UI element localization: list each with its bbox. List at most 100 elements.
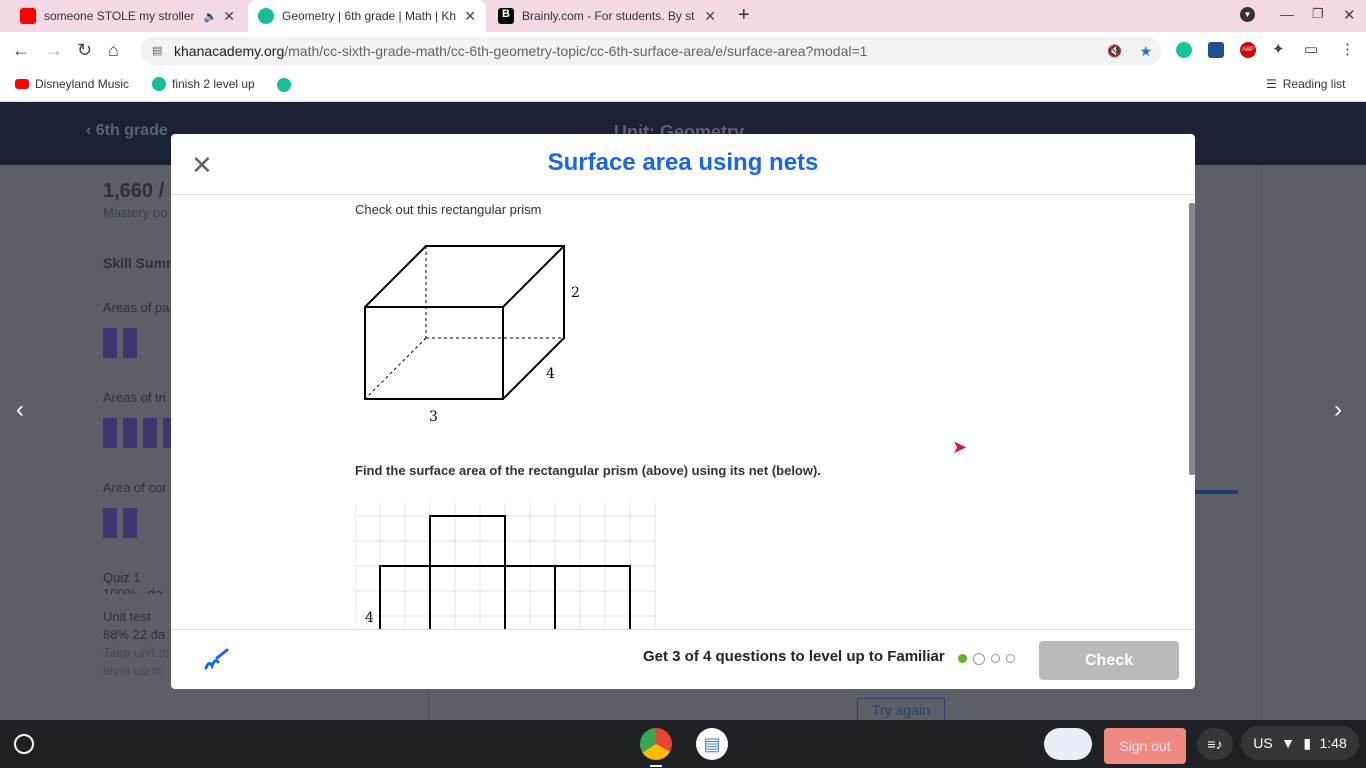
- reading-list-label: Reading list: [1282, 77, 1346, 91]
- skill-item[interactable]: Areas of tri: [103, 390, 166, 405]
- tab-title: Brainly.com - For students. By st: [522, 9, 695, 23]
- close-icon[interactable]: ✕: [191, 150, 213, 181]
- width-label: 3: [429, 409, 438, 425]
- tab-bar: someone STOLE my stroller 🔈 ✕ Geometry |…: [0, 0, 1366, 32]
- net-outline: [379, 515, 631, 629]
- bookmark-finish[interactable]: finish 2 level up: [152, 77, 255, 91]
- clock: 1:48: [1319, 735, 1347, 751]
- bookmark-star-icon[interactable]: ★: [1139, 37, 1152, 65]
- reading-list-button[interactable]: ☰ Reading list: [1266, 77, 1345, 91]
- adblock-icon[interactable]: ABP: [1240, 42, 1256, 58]
- intro-text: Check out this rectangular prism: [355, 202, 542, 217]
- system-shelf: ▤ Sign out ≡♪ US ▼ ▮ 1:48: [0, 720, 1366, 768]
- extension-icon[interactable]: [1208, 42, 1224, 58]
- url-path: /math/cc-sixth-grade-math/cc-6th-geometr…: [284, 43, 868, 59]
- status-tray[interactable]: US ▼ ▮ 1:48: [1241, 726, 1359, 760]
- reading-list-icon: ☰: [1266, 77, 1277, 91]
- toolbar: ← → ↻ ⌂ ▤ khanacademy.org/math/cc-sixth-…: [0, 32, 1366, 69]
- try-again-button[interactable]: Try again: [857, 698, 945, 720]
- address-bar[interactable]: ▤ khanacademy.org/math/cc-sixth-grade-ma…: [140, 37, 1162, 65]
- unit-test-score: 88% 22 da: [103, 627, 166, 642]
- bookmark-label: finish 2 level up: [172, 77, 255, 91]
- tab-title: Geometry | 6th grade | Math | Kh: [282, 9, 457, 23]
- forward-icon[interactable]: →: [45, 40, 63, 61]
- divider: [1261, 165, 1262, 720]
- skill-item[interactable]: Area of cor: [103, 480, 167, 495]
- tab-title: someone STOLE my stroller: [44, 9, 195, 23]
- progress-dot-complete: [958, 654, 967, 663]
- level-up-text: Get 3 of 4 questions to level up to Fami…: [643, 648, 945, 665]
- modal-footer: Get 3 of 4 questions to level up to Fami…: [171, 629, 1195, 689]
- progress-dot: [1006, 654, 1015, 663]
- reload-icon[interactable]: ↻: [77, 40, 92, 61]
- khan-icon: [152, 77, 166, 91]
- tab-khan[interactable]: Geometry | 6th grade | Math | Kh ✕: [248, 0, 486, 32]
- bookmark-khan-icon[interactable]: [277, 78, 291, 92]
- prev-arrow-icon[interactable]: ‹: [16, 396, 24, 424]
- exercise-content: Check out this rectangular prism 2 4 3 F…: [171, 195, 1195, 629]
- media-controls-icon[interactable]: ≡♪: [1197, 728, 1233, 760]
- docs-icon[interactable]: ▤: [696, 728, 728, 760]
- active-indicator: [650, 765, 662, 767]
- unit-test-desc: level up in: [103, 663, 162, 678]
- unit-test-label[interactable]: Unit test: [103, 609, 151, 624]
- brainly-icon: B: [498, 8, 514, 24]
- mute-icon[interactable]: 🔈: [204, 10, 218, 23]
- tote-thumbnail[interactable]: [1044, 728, 1092, 760]
- launcher-icon[interactable]: [14, 734, 34, 754]
- prism-front-face: [364, 306, 504, 400]
- new-tab-icon[interactable]: +: [738, 4, 750, 27]
- prism-diagram: 2 4 3: [364, 245, 580, 425]
- next-arrow-icon[interactable]: ›: [1334, 396, 1342, 424]
- skill-mastery-bars: [103, 418, 173, 448]
- khan-icon: [258, 8, 274, 24]
- blocked-icon[interactable]: 🔇: [1107, 37, 1122, 65]
- mastery-label: Mastery po: [103, 205, 168, 220]
- question-text: Find the surface area of the rectangular…: [355, 463, 821, 478]
- modal-title: Surface area using nets: [547, 149, 819, 176]
- quiz-label[interactable]: Quiz 1: [103, 570, 141, 585]
- grammarly-icon[interactable]: [1176, 42, 1192, 58]
- site-info-icon[interactable]: ▤: [152, 37, 162, 65]
- tab-brainly[interactable]: B Brainly.com - For students. By st ✕: [488, 0, 726, 32]
- progress-dot: [991, 654, 1000, 663]
- extensions-puzzle-icon[interactable]: ✦: [1272, 40, 1285, 58]
- scratchpad-icon[interactable]: [203, 644, 231, 672]
- tab-youtube[interactable]: someone STOLE my stroller 🔈 ✕: [10, 0, 245, 32]
- modal-scrollbar[interactable]: [1189, 203, 1195, 475]
- skill-summary-heading: Skill Summ: [103, 255, 179, 271]
- sign-out-button[interactable]: Sign out: [1104, 728, 1186, 764]
- tab-search-icon[interactable]: ▼: [1240, 7, 1255, 22]
- mastery-points: 1,660 /: [103, 180, 165, 202]
- cast-icon[interactable]: ▭: [1304, 40, 1318, 58]
- home-icon[interactable]: ⌂: [108, 40, 119, 61]
- youtube-icon: [15, 79, 29, 89]
- battery-icon: ▮: [1303, 734, 1312, 751]
- height-label: 2: [571, 285, 580, 301]
- close-tab-icon[interactable]: ✕: [464, 8, 476, 25]
- chrome-icon[interactable]: [640, 728, 672, 760]
- url-domain: khanacademy.org: [174, 43, 285, 59]
- restore-icon[interactable]: ❐: [1312, 6, 1324, 22]
- bookmarks-bar: Disneyland Music finish 2 level up ☰ Rea…: [0, 69, 1366, 102]
- skill-mastery-bars: [103, 328, 138, 358]
- skill-mastery-bars: [103, 508, 138, 538]
- close-tab-icon[interactable]: ✕: [704, 8, 716, 25]
- progress-dot-current: [973, 653, 985, 665]
- minimize-icon[interactable]: —: [1280, 6, 1294, 22]
- back-link[interactable]: ‹ 6th grade: [86, 122, 168, 140]
- bookmark-label: Disneyland Music: [35, 77, 130, 91]
- back-icon[interactable]: ←: [12, 40, 30, 61]
- locale-label: US: [1253, 735, 1273, 751]
- menu-icon[interactable]: ⋮: [1340, 40, 1355, 58]
- bookmark-disneyland[interactable]: Disneyland Music: [15, 77, 129, 91]
- close-window-icon[interactable]: ✕: [1343, 6, 1356, 24]
- depth-label: 4: [546, 366, 555, 382]
- exercise-modal: ✕ Surface area using nets Check out this…: [171, 134, 1195, 689]
- skill-item[interactable]: Areas of pa: [103, 300, 170, 315]
- quiz-sub: 100% · da: [103, 586, 163, 594]
- close-tab-icon[interactable]: ✕: [223, 8, 235, 25]
- check-button[interactable]: Check: [1039, 641, 1179, 680]
- wifi-icon: ▼: [1281, 735, 1295, 751]
- back-link-label: 6th grade: [95, 122, 168, 139]
